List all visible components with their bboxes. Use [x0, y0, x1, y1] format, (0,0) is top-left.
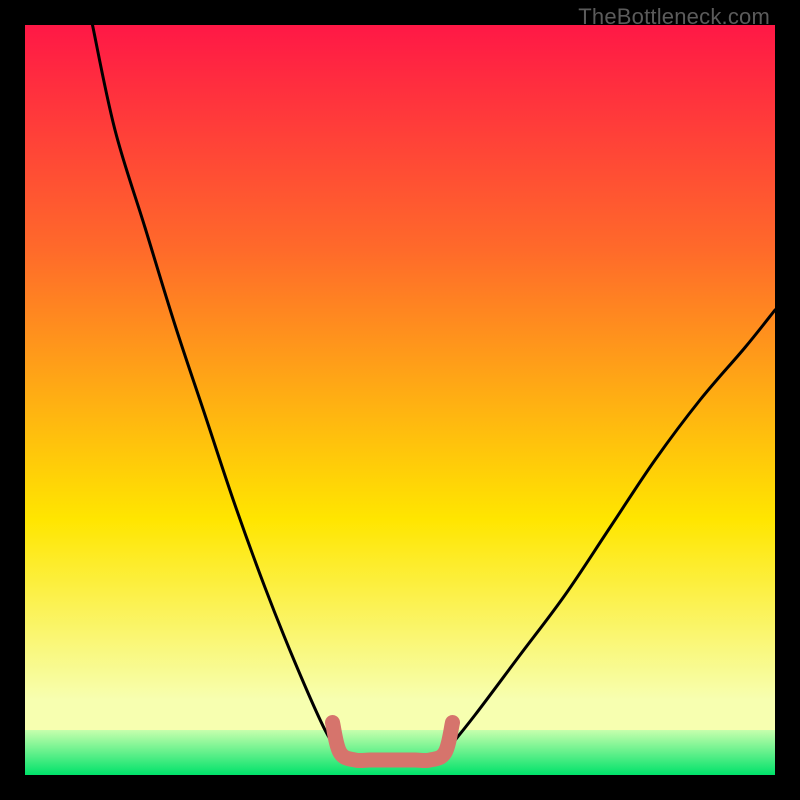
- curves-layer: [25, 25, 775, 775]
- chart-stage: TheBottleneck.com: [0, 0, 800, 800]
- plot-area: [25, 25, 775, 775]
- flat-segment: [333, 723, 453, 761]
- left-curve: [93, 25, 341, 753]
- right-curve: [445, 310, 775, 753]
- watermark-text: TheBottleneck.com: [578, 4, 770, 30]
